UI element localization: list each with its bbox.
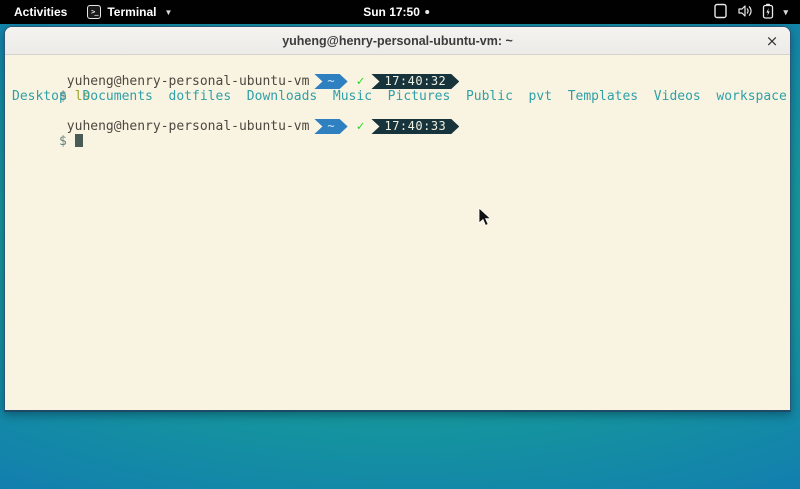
terminal-app-icon: >_ <box>87 5 101 19</box>
powerline-time-segment: 17:40:32 <box>371 74 459 89</box>
desktop: { "topbar": { "activities_label": "Activ… <box>0 0 800 489</box>
ls-output: Desktop Documents dotfiles Downloads Mus… <box>12 89 790 104</box>
prompt-user-host: yuheng@henry-personal-ubuntu-vm <box>59 74 309 89</box>
prompt-path: ~ <box>327 74 334 89</box>
window-title: yuheng@henry-personal-ubuntu-vm: ~ <box>282 34 513 48</box>
clock-label: Sun 17:50 <box>363 5 420 19</box>
prompt-symbol: $ <box>59 134 67 149</box>
top-bar: Activities >_ Terminal ▼ Sun 17:50 ▾ <box>0 0 800 24</box>
titlebar[interactable]: yuheng@henry-personal-ubuntu-vm: ~ × <box>5 27 790 55</box>
prompt-time: 17:40:33 <box>384 119 446 134</box>
app-menu-label: Terminal <box>107 5 156 19</box>
notification-dot-icon <box>425 10 429 14</box>
prompt-user-host: yuheng@henry-personal-ubuntu-vm <box>59 119 309 134</box>
prompt-time: 17:40:32 <box>384 74 446 89</box>
check-icon: ✓ <box>357 119 365 134</box>
text-cursor <box>75 134 83 147</box>
prompt-path: ~ <box>327 119 334 134</box>
close-icon[interactable]: × <box>762 31 782 51</box>
check-icon: ✓ <box>357 74 365 89</box>
system-tray-button[interactable]: ▾ <box>713 0 800 24</box>
prompt-line-1: yuheng@henry-personal-ubuntu-vm~✓17:40:3… <box>12 59 790 74</box>
chevron-down-icon: ▼ <box>164 8 172 17</box>
chevron-down-icon: ▾ <box>783 7 788 18</box>
powerline-time-segment: 17:40:33 <box>371 119 459 134</box>
app-menu-terminal[interactable]: >_ Terminal ▼ <box>77 0 182 24</box>
clock-button[interactable]: Sun 17:50 <box>363 0 429 24</box>
powerline-path-segment: ~ <box>314 119 347 134</box>
terminal-window: yuheng@henry-personal-ubuntu-vm: ~ × yuh… <box>4 26 791 412</box>
activities-button[interactable]: Activities <box>4 0 77 24</box>
volume-icon <box>737 3 753 22</box>
terminal-screen[interactable]: yuheng@henry-personal-ubuntu-vm ~ ✓ 17:40:3… <box>5 56 790 410</box>
battery-charging-icon <box>762 3 774 22</box>
display-icon <box>713 3 728 22</box>
activities-label: Activities <box>14 5 67 19</box>
prompt-line-2: yuheng@henry-personal-ubuntu-vm~✓17:40:3… <box>12 104 790 119</box>
powerline-path-segment: ~ <box>314 74 347 89</box>
